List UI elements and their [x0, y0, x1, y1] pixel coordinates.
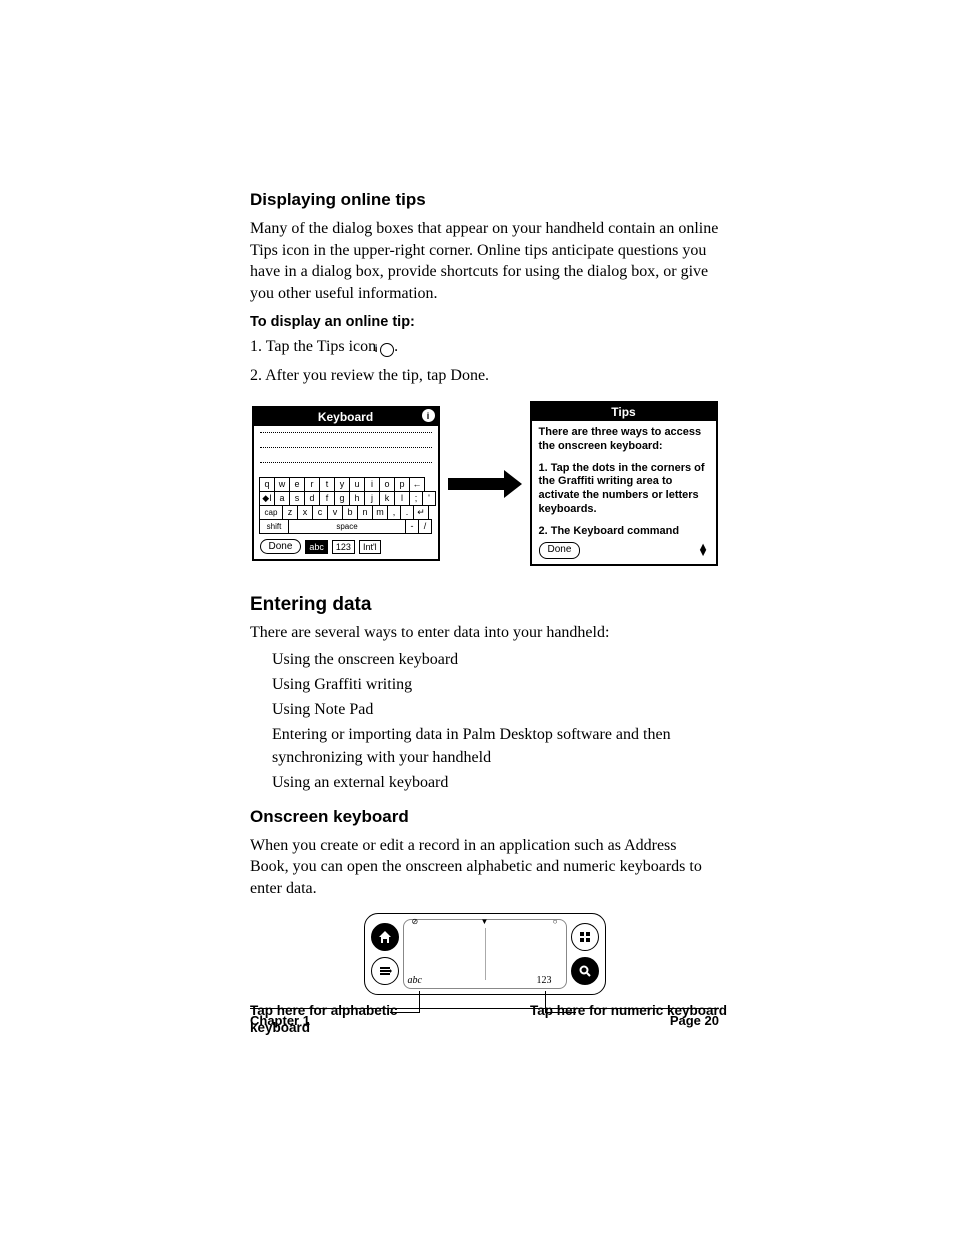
key: i	[364, 477, 380, 492]
key: q	[259, 477, 275, 492]
123-tap-area: 123	[537, 975, 552, 986]
text-line	[260, 432, 432, 433]
page-content: Displaying online tips Many of the dialo…	[0, 0, 954, 1036]
done-button: Done	[539, 542, 581, 559]
key: /	[418, 519, 432, 534]
heading-displaying-online-tips: Displaying online tips	[250, 190, 719, 210]
graffiti-writing-area: ⊘ ▼ ○ abc 123	[403, 919, 567, 989]
key: f	[319, 491, 335, 506]
enter-key: ↵	[413, 505, 429, 520]
space-key: space	[288, 519, 406, 534]
heading-entering-data: Entering data	[250, 594, 719, 616]
key: s	[289, 491, 305, 506]
list-item: Using the onscreen keyboard	[272, 648, 719, 671]
tips-item-2: 2. The Keyboard command	[539, 525, 709, 539]
entering-data-list: Using the onscreen keyboard Using Graffi…	[250, 648, 719, 795]
key: u	[349, 477, 365, 492]
key: p	[394, 477, 410, 492]
step-1: 1. Tap the Tips icon .	[250, 336, 719, 358]
find-icon	[571, 957, 599, 985]
onscreen-keyboard-paragraph: When you create or edit a record in an a…	[250, 835, 719, 900]
list-item: Using Note Pad	[272, 698, 719, 721]
footer-page: Page 20	[670, 1013, 719, 1028]
menu-icon	[371, 957, 399, 985]
tab-123: 123	[332, 540, 355, 554]
key: n	[357, 505, 373, 520]
key: ,	[387, 505, 401, 520]
key: w	[274, 477, 290, 492]
key: a	[274, 491, 290, 506]
keyboard-title-bar: Keyboard i	[254, 408, 438, 426]
key: '	[422, 491, 436, 506]
key: ;	[409, 491, 423, 506]
cap-key: cap	[259, 505, 283, 520]
key: r	[304, 477, 320, 492]
heading-onscreen-keyboard: Onscreen keyboard	[250, 807, 719, 827]
entering-data-paragraph: There are several ways to enter data int…	[250, 622, 719, 644]
key: x	[297, 505, 313, 520]
key: o	[379, 477, 395, 492]
key: -	[405, 519, 419, 534]
key: g	[334, 491, 350, 506]
home-icon	[371, 923, 399, 951]
key: l	[394, 491, 410, 506]
key: k	[379, 491, 395, 506]
tab-intl: Int'l	[359, 540, 381, 554]
key: z	[282, 505, 298, 520]
key: b	[342, 505, 358, 520]
key: c	[312, 505, 328, 520]
backspace-key: ←	[409, 477, 425, 492]
key: ◆I	[259, 491, 275, 506]
shift-key: shift	[259, 519, 289, 534]
to-display-subhead: To display an online tip:	[250, 314, 719, 330]
calculator-icon	[571, 923, 599, 951]
list-item: Using Graffiti writing	[272, 673, 719, 696]
key: j	[364, 491, 380, 506]
tips-intro: There are three ways to access the onscr…	[539, 426, 709, 454]
keyboard-keys: q w e r t y u i o p ← ◆I a	[260, 477, 432, 533]
key: .	[400, 505, 414, 520]
tips-item-1: 1. Tap the dots in the corners of the Gr…	[539, 462, 709, 517]
key: e	[289, 477, 305, 492]
figure-keyboard-to-tips: Keyboard i q w e r t y u i	[250, 401, 719, 566]
list-item: Using an external keyboard	[272, 771, 719, 794]
text-line	[260, 447, 432, 448]
tips-icon: i	[422, 409, 435, 422]
key: v	[327, 505, 343, 520]
list-item: Entering or importing data in Palm Deskt…	[272, 723, 719, 769]
text-line	[260, 462, 432, 463]
key: d	[304, 491, 320, 506]
key: y	[334, 477, 350, 492]
tab-abc: abc	[305, 540, 328, 554]
key: t	[319, 477, 335, 492]
tips-icon	[380, 343, 394, 357]
abc-tap-area: abc	[408, 975, 422, 986]
key: h	[349, 491, 365, 506]
scroll-arrows-icon: ▲▼	[698, 545, 709, 556]
tips-dialog: Tips There are three ways to access the …	[530, 401, 718, 566]
arrow-icon	[448, 470, 522, 498]
step-2: 2. After you review the tip, tap Done.	[250, 365, 719, 387]
tips-paragraph: Many of the dialog boxes that appear on …	[250, 218, 719, 304]
tips-title-bar: Tips	[532, 403, 716, 421]
footer-chapter: Chapter 1	[250, 1013, 310, 1028]
keyboard-dialog: Keyboard i q w e r t y u i	[252, 406, 440, 561]
page-footer: Chapter 1 Page 20	[250, 1008, 719, 1028]
done-button: Done	[260, 539, 302, 554]
key: m	[372, 505, 388, 520]
figure-graffiti-area: ⊘ ▼ ○ abc 123	[250, 913, 719, 995]
